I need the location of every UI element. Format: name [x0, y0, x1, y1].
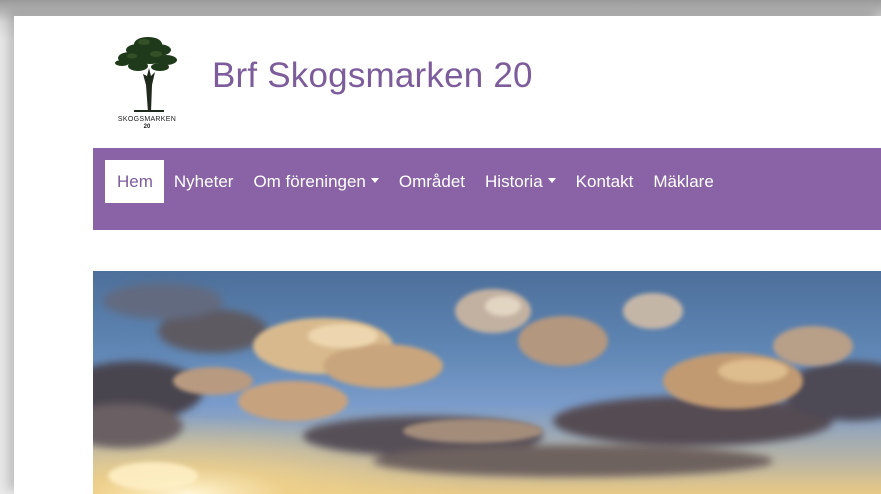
- page: SKOGSMARKEN 20 Brf Skogsmarken 20 Hem Ny…: [14, 16, 881, 494]
- nav-item-label: Hem: [117, 171, 153, 191]
- pine-tree-icon: SKOGSMARKEN 20: [115, 37, 177, 128]
- nav-item-label: Nyheter: [173, 171, 234, 191]
- nav-item-hem[interactable]: Hem: [105, 160, 164, 203]
- nav-item-maklare[interactable]: Mäklare: [643, 160, 723, 203]
- main-navbar: Hem Nyheter Om föreningen Området Histor…: [93, 148, 881, 230]
- nav-item-om-foreningen[interactable]: Om föreningen: [243, 160, 388, 203]
- nav-item-nyheter[interactable]: Nyheter: [164, 160, 244, 203]
- sky-clouds-image: [93, 271, 881, 494]
- site-logo[interactable]: SKOGSMARKEN 20: [94, 30, 200, 128]
- nav-list: Hem Nyheter Om föreningen Området Histor…: [105, 160, 724, 203]
- site-title[interactable]: Brf Skogsmarken 20: [212, 54, 533, 98]
- nav-item-omradet[interactable]: Området: [389, 160, 475, 203]
- nav-item-label: Om föreningen: [253, 171, 366, 191]
- nav-item-label: Mäklare: [653, 171, 714, 191]
- hero-image: [93, 271, 881, 494]
- caret-down-icon: [547, 178, 556, 183]
- nav-item-label: Historia: [485, 171, 543, 191]
- nav-item-label: Kontakt: [575, 171, 634, 191]
- nav-item-label: Området: [398, 171, 466, 191]
- logo-text: SKOGSMARKEN: [118, 116, 176, 123]
- caret-down-icon: [370, 178, 379, 183]
- nav-item-historia[interactable]: Historia: [475, 160, 566, 203]
- logo-number: 20: [144, 124, 151, 128]
- nav-item-kontakt[interactable]: Kontakt: [566, 160, 644, 203]
